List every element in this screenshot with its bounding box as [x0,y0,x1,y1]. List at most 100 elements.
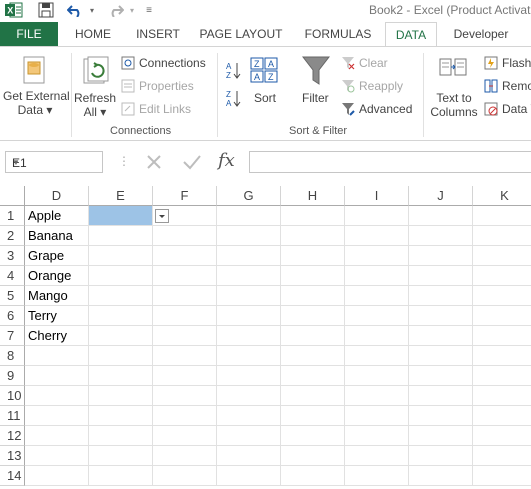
cell-g2[interactable] [217,226,281,246]
cell-e8[interactable] [89,346,153,366]
cell-f8[interactable] [153,346,217,366]
tab-home[interactable]: HOME [68,22,118,47]
cell-g3[interactable] [217,246,281,266]
cell-j11[interactable] [409,406,473,426]
column-header-f[interactable]: F [153,186,217,206]
cell-j4[interactable] [409,266,473,286]
cell-k12[interactable] [473,426,531,446]
reapply-button[interactable]: Reapply [359,79,403,93]
row-header-4[interactable]: 4 [0,266,25,286]
cell-h10[interactable] [281,386,345,406]
cell-e12[interactable] [89,426,153,446]
cell-i12[interactable] [345,426,409,446]
cell-e11[interactable] [89,406,153,426]
data-validation-button[interactable]: Data V [502,102,531,116]
cell-k9[interactable] [473,366,531,386]
cell-d13[interactable] [25,446,89,466]
cell-i7[interactable] [345,326,409,346]
row-header-11[interactable]: 11 [0,406,25,426]
cell-j5[interactable] [409,286,473,306]
cell-i4[interactable] [345,266,409,286]
cancel-entry-icon[interactable] [145,153,163,174]
cell-k5[interactable] [473,286,531,306]
redo-icon[interactable] [105,1,127,19]
row-header-1[interactable]: 1 [0,206,25,226]
cell-h13[interactable] [281,446,345,466]
cell-h8[interactable] [281,346,345,366]
cell-i13[interactable] [345,446,409,466]
row-header-14[interactable]: 14 [0,466,25,486]
cell-k6[interactable] [473,306,531,326]
cell-i6[interactable] [345,306,409,326]
row-header-6[interactable]: 6 [0,306,25,326]
cell-k1[interactable] [473,206,531,226]
cell-d3[interactable]: Grape [25,246,89,266]
name-box[interactable]: E1 ▼ [5,151,103,173]
properties-button[interactable]: Properties [139,79,194,93]
cell-j9[interactable] [409,366,473,386]
column-header-k[interactable]: K [473,186,531,206]
name-box-dropdown-icon[interactable]: ▼ [12,158,98,167]
cell-i3[interactable] [345,246,409,266]
cell-e6[interactable] [89,306,153,326]
cell-e9[interactable] [89,366,153,386]
row-header-12[interactable]: 12 [0,426,25,446]
cell-h6[interactable] [281,306,345,326]
column-header-j[interactable]: J [409,186,473,206]
clear-button[interactable]: Clear [359,56,388,70]
cell-d10[interactable] [25,386,89,406]
cell-j12[interactable] [409,426,473,446]
cell-g11[interactable] [217,406,281,426]
cell-k8[interactable] [473,346,531,366]
customize-qat-icon[interactable]: ≡ [142,1,156,19]
cell-g1[interactable] [217,206,281,226]
cell-f4[interactable] [153,266,217,286]
cell-j14[interactable] [409,466,473,486]
column-header-g[interactable]: G [217,186,281,206]
cell-f10[interactable] [153,386,217,406]
cell-i5[interactable] [345,286,409,306]
undo-dropdown-icon[interactable]: ▾ [87,1,97,19]
column-header-h[interactable]: H [281,186,345,206]
cell-g6[interactable] [217,306,281,326]
sort-a-to-z-icon[interactable]: AZ [226,61,242,84]
cell-h11[interactable] [281,406,345,426]
row-header-8[interactable]: 8 [0,346,25,366]
cell-d9[interactable] [25,366,89,386]
cell-g10[interactable] [217,386,281,406]
formula-input[interactable] [249,151,531,173]
cell-f6[interactable] [153,306,217,326]
cell-e4[interactable] [89,266,153,286]
cell-i11[interactable] [345,406,409,426]
row-header-2[interactable]: 2 [0,226,25,246]
cell-f9[interactable] [153,366,217,386]
cell-e3[interactable] [89,246,153,266]
text-to-columns-button[interactable]: Text to Columns [429,91,479,119]
cell-h7[interactable] [281,326,345,346]
cell-d5[interactable]: Mango [25,286,89,306]
cell-j3[interactable] [409,246,473,266]
edit-links-button[interactable]: Edit Links [139,102,191,116]
cell-g4[interactable] [217,266,281,286]
cell-e10[interactable] [89,386,153,406]
cell-d7[interactable]: Cherry [25,326,89,346]
cell-e14[interactable] [89,466,153,486]
cell-g13[interactable] [217,446,281,466]
cell-i14[interactable] [345,466,409,486]
cell-i8[interactable] [345,346,409,366]
undo-icon[interactable] [64,1,86,19]
cell-g8[interactable] [217,346,281,366]
remove-duplicates-button[interactable]: Remo [502,79,531,93]
cell-h4[interactable] [281,266,345,286]
cell-h3[interactable] [281,246,345,266]
refresh-all-button[interactable]: Refresh All ▾ [74,91,116,119]
cell-k3[interactable] [473,246,531,266]
cell-e2[interactable] [89,226,153,246]
formula-bar-grip-icon[interactable]: ⋮ [118,154,130,168]
cell-d2[interactable]: Banana [25,226,89,246]
cell-d6[interactable]: Terry [25,306,89,326]
cell-j2[interactable] [409,226,473,246]
row-header-3[interactable]: 3 [0,246,25,266]
cell-f7[interactable] [153,326,217,346]
get-external-data-button[interactable]: Get External Data ▾ [3,89,70,117]
